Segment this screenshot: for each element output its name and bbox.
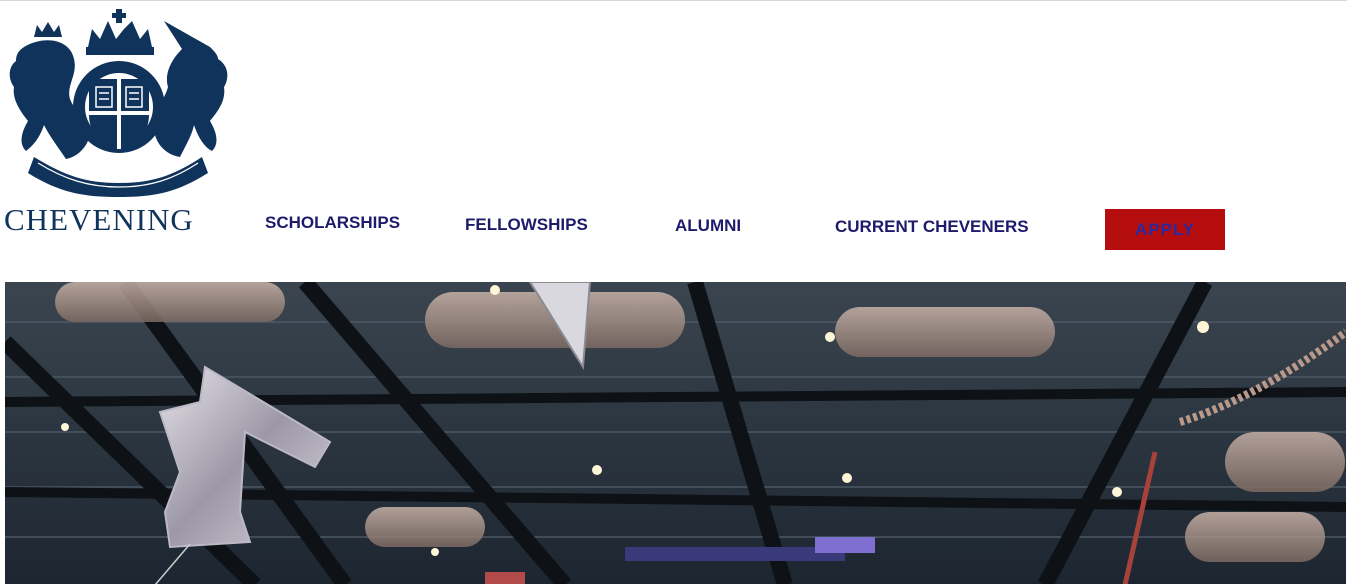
hero-image: [5, 282, 1346, 584]
nav-scholarships-link[interactable]: SCHOLARSHIPS: [265, 213, 400, 233]
nav-fellowships-link[interactable]: FELLOWSHIPS: [465, 215, 588, 235]
nav-alumni-link[interactable]: ALUMNI: [675, 216, 741, 236]
chevening-wordmark: CHEVENING: [4, 202, 194, 237]
apply-button[interactable]: APPLY: [1105, 209, 1225, 250]
page: CHEVENING SCHOLARSHIPS FELLOWSHIPS ALUMN…: [0, 0, 1347, 584]
nav-current-cheveners-link[interactable]: CURRENT CHEVENERS: [835, 217, 1029, 237]
royal-coat-of-arms-icon: [9, 9, 228, 197]
hero-photo-event-hall-ceiling: [5, 282, 1346, 584]
chevening-logo-link[interactable]: CHEVENING: [4, 7, 232, 239]
